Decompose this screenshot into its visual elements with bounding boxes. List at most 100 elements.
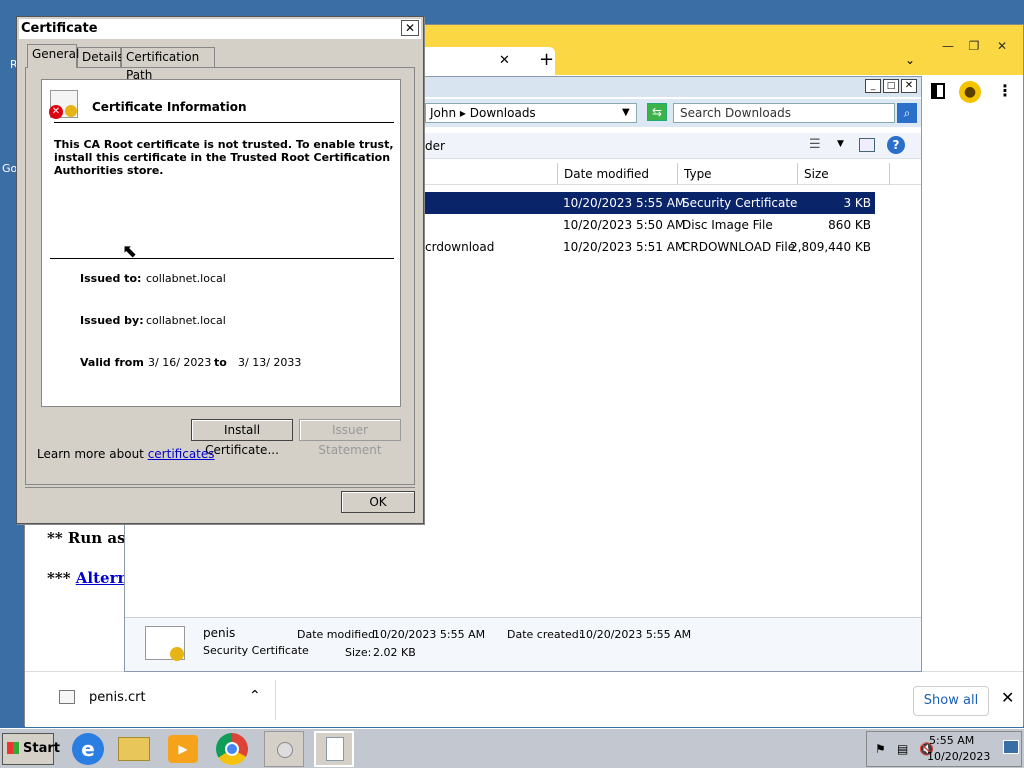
dialog-title: Certificate [21, 21, 98, 36]
preview-pane-icon[interactable] [859, 138, 875, 152]
view-dropdown-icon[interactable]: ▼ [837, 139, 844, 149]
certificate-dialog: Certificate ✕ General Details Certificat… [16, 16, 424, 524]
download-bar: penis.crt ⌃ Show all ✕ [25, 671, 1023, 727]
taskbar-app-cd[interactable] [264, 731, 304, 767]
file-row[interactable]: 10/20/2023 5:50 AM Disc Image File 860 K… [425, 214, 875, 236]
taskbar-app-certificate[interactable] [314, 731, 354, 767]
learn-more-prefix: Learn more about [37, 447, 148, 461]
start-button[interactable]: Start [2, 733, 60, 765]
network-icon[interactable]: ▤ [897, 742, 908, 756]
certificate-large-icon [145, 626, 185, 661]
system-tray: ⚑ ▤ 🔇 5:55 AM 10/20/2023 [866, 731, 1022, 767]
chrome-minimize-icon[interactable]: — [937, 39, 959, 53]
details-created-label: Date created: [507, 628, 583, 641]
new-folder-button[interactable]: der [425, 139, 445, 153]
clock-time[interactable]: 5:55 AM [929, 734, 974, 747]
issued-by-value: collabnet.local [146, 314, 226, 327]
show-desktop-icon[interactable] [1003, 740, 1019, 754]
refresh-icon[interactable]: ⇆ [647, 103, 667, 121]
dialog-titlebar: Certificate [19, 19, 421, 39]
tab-general[interactable]: General [27, 44, 79, 68]
header-divider [54, 122, 394, 123]
new-tab-icon[interactable]: + [539, 49, 554, 70]
show-all-button[interactable]: Show all [913, 686, 989, 716]
details-pane: penis Security Certificate Date modified… [125, 617, 921, 671]
details-size-label: Size: [345, 646, 372, 659]
file-row[interactable]: 10/20/2023 5:55 AM Security Certificate … [425, 192, 875, 214]
profile-avatar-icon[interactable]: ● [959, 81, 981, 103]
explorer-close-icon[interactable]: ✕ [901, 79, 917, 93]
disc-icon [277, 742, 293, 758]
tab-close-icon[interactable]: ✕ [499, 53, 510, 68]
certificates-link[interactable]: certificates [148, 447, 215, 461]
file-row[interactable]: crdownload 10/20/2023 5:51 AM CRDOWNLOAD… [425, 236, 875, 258]
search-icon[interactable]: ⌕ [897, 103, 917, 123]
chrome-restore-icon[interactable]: ❐ [963, 39, 985, 53]
action-center-flag-icon[interactable]: ⚑ [875, 742, 886, 756]
issuer-statement-button[interactable]: Issuer Statement [299, 419, 401, 457]
issued-to-value: collabnet.local [146, 272, 226, 285]
certificate-warning: This CA Root certificate is not trusted.… [54, 138, 394, 177]
file-type: Disc Image File [682, 218, 773, 232]
explorer-maximize-icon[interactable]: □ [883, 79, 899, 93]
download-filename: penis.crt [89, 690, 146, 705]
valid-to-label: to [214, 356, 227, 369]
view-options-icon[interactable]: ☰ [809, 137, 821, 152]
file-type: Security Certificate [682, 196, 798, 210]
valid-from-label: Valid from [80, 356, 144, 369]
address-bar[interactable]: John ▸ Downloads ▼ [425, 103, 637, 123]
file-date: 10/20/2023 5:51 AM [563, 240, 686, 254]
file-date: 10/20/2023 5:50 AM [563, 218, 686, 232]
chevron-up-icon[interactable]: ⌃ [249, 688, 261, 704]
desktop-label-go: Go [2, 162, 18, 175]
details-modified-label: Date modified: [297, 628, 379, 641]
certificate-info-box: ✕ Certificate Information This CA Root c… [41, 79, 401, 407]
taskbar: Start e ▶ ⚑ ▤ 🔇 5:55 AM 10/20/2023 [0, 728, 1024, 768]
tab-search-chevron-icon[interactable]: ⌄ [905, 53, 915, 67]
breadcrumb-separator: ▸ [459, 106, 466, 120]
chrome-menu-icon[interactable]: ⋮ [997, 81, 1013, 100]
file-size: 2,809,440 KB [790, 240, 871, 254]
column-date-modified[interactable]: Date modified [557, 163, 677, 185]
breadcrumb-user[interactable]: John [430, 106, 456, 120]
breadcrumb-folder[interactable]: Downloads [470, 106, 536, 120]
tab-details[interactable]: Details [77, 47, 124, 67]
dialog-close-icon[interactable]: ✕ [401, 20, 419, 36]
file-date: 10/20/2023 5:55 AM [563, 196, 686, 210]
details-size-value: 2.02 KB [373, 646, 416, 659]
issued-to-label: Issued to: [80, 272, 142, 285]
download-separator [275, 680, 276, 720]
help-icon[interactable]: ? [887, 136, 905, 154]
details-file-type: Security Certificate [203, 644, 309, 657]
internet-explorer-icon[interactable]: e [72, 733, 104, 765]
download-item[interactable]: penis.crt ⌃ [43, 684, 273, 714]
file-size: 3 KB [843, 196, 871, 210]
info-divider [50, 258, 394, 259]
certificate-file-icon [59, 690, 75, 704]
tab-certification-path[interactable]: Certification Path [121, 47, 215, 82]
chrome-center-icon [225, 742, 239, 756]
install-certificate-button[interactable]: Install Certificate... [191, 419, 293, 457]
column-extra [889, 163, 921, 185]
file-name: crdownload [425, 240, 495, 254]
explorer-minimize-icon[interactable]: _ [865, 79, 881, 93]
search-input[interactable]: Search Downloads [673, 103, 895, 123]
certificate-icon: ✕ [49, 90, 78, 119]
clock-date[interactable]: 10/20/2023 [927, 750, 990, 763]
document-icon [326, 737, 344, 761]
download-bar-close-icon[interactable]: ✕ [1001, 688, 1014, 707]
address-dropdown-icon[interactable]: ▼ [622, 104, 630, 122]
valid-to-value: 3/ 13/ 2033 [238, 356, 302, 369]
certificate-seal-icon [170, 647, 184, 661]
chrome-close-icon[interactable]: ✕ [991, 39, 1013, 53]
ok-button[interactable]: OK [341, 491, 415, 513]
valid-from-value: 3/ 16/ 2023 [148, 356, 212, 369]
column-type[interactable]: Type [677, 163, 797, 185]
media-player-icon[interactable]: ▶ [168, 735, 198, 763]
explorer-folder-icon[interactable] [118, 737, 150, 761]
page-text-prefix: *** [47, 569, 76, 587]
windows-logo-icon [7, 742, 19, 754]
chrome-icon[interactable] [216, 733, 248, 765]
sidepanel-icon[interactable] [931, 83, 945, 99]
column-size[interactable]: Size [797, 163, 889, 185]
